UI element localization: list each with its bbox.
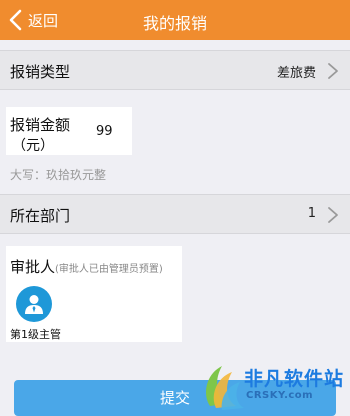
amount-field[interactable]: 报销金额 （元） 99: [6, 107, 132, 155]
amount-uppercase: 大写：玖拾玖元整: [10, 168, 107, 182]
department-label: 所在部门: [10, 207, 71, 225]
amount-value[interactable]: 99: [96, 124, 113, 139]
department-row[interactable]: 所在部门 1: [0, 194, 350, 234]
person-icon: [25, 295, 43, 314]
reimbursement-type-row[interactable]: 报销类型 差旅费: [0, 50, 350, 90]
approver-avatar[interactable]: [16, 286, 52, 322]
amount-unit-label: （元）: [12, 138, 54, 154]
amount-label: 报销金额: [10, 116, 71, 134]
nav-bar: 返回 我的报销: [0, 0, 350, 40]
approver-hint: (审批人已由管理员预置): [55, 264, 163, 275]
chevron-right-icon: [328, 63, 338, 79]
page-title: 我的报销: [142, 14, 207, 33]
reimbursement-type-label: 报销类型: [10, 63, 71, 81]
approver-section: 审批人(审批人已由管理员预置) 第1级主管: [6, 246, 182, 342]
chevron-right-icon: [328, 207, 338, 223]
department-value: 1: [307, 206, 316, 221]
approver-role: 第1级主管: [10, 328, 61, 341]
approver-title: 审批人(审批人已由管理员预置): [10, 256, 163, 277]
reimbursement-type-value: 差旅费: [276, 66, 316, 81]
approver-label: 审批人: [10, 258, 56, 276]
submit-button[interactable]: 提交: [14, 380, 336, 416]
